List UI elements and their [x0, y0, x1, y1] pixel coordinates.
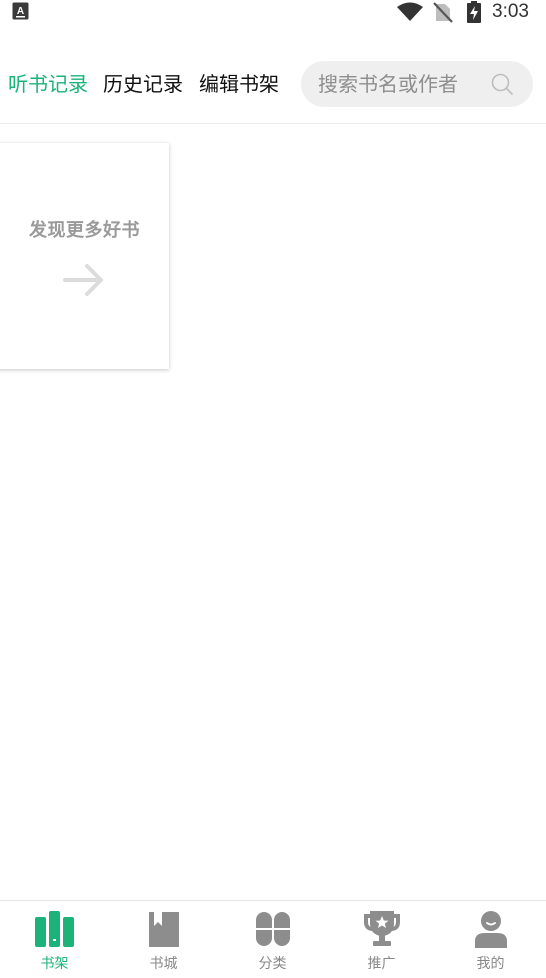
- nav-label-category: 分类: [258, 956, 287, 972]
- search-input[interactable]: 搜索书名或作者: [301, 61, 533, 107]
- bookshelf-icon: [35, 911, 74, 947]
- nav-item-bookshelf[interactable]: 书架: [0, 901, 109, 978]
- profile-icon: [475, 911, 507, 948]
- tab-edit-shelf[interactable]: 编辑书架: [199, 70, 279, 98]
- tab-listen-history[interactable]: 听书记录: [8, 70, 88, 98]
- wifi-icon: [397, 2, 423, 21]
- bookstore-icon: [149, 912, 179, 947]
- search-placeholder: 搜索书名或作者: [318, 72, 458, 96]
- nav-item-promotion[interactable]: 推广: [327, 901, 436, 978]
- category-icon: [256, 912, 290, 946]
- nav-item-bookstore[interactable]: 书城: [109, 901, 218, 978]
- search-icon[interactable]: [490, 72, 514, 96]
- arrow-right-icon: [63, 264, 103, 296]
- nav-item-category[interactable]: 分类: [218, 901, 327, 978]
- trophy-icon: [364, 911, 400, 946]
- nav-label-profile: 我的: [476, 956, 505, 972]
- discover-more-card[interactable]: 发现更多好书: [0, 143, 169, 369]
- tab-reading-history[interactable]: 历史记录: [103, 70, 183, 98]
- nav-label-bookshelf: 书架: [40, 956, 69, 972]
- app-notification-icon: A: [12, 2, 29, 20]
- nav-label-bookstore: 书城: [149, 956, 178, 972]
- battery-charging-icon: [467, 1, 481, 23]
- header-divider: [0, 123, 546, 124]
- no-sim-icon: [433, 2, 453, 23]
- discover-more-label: 发现更多好书: [29, 220, 140, 241]
- nav-label-promotion: 推广: [367, 956, 396, 972]
- status-time: 3:03: [492, 1, 529, 22]
- bottom-nav: 书架 书城 分类 推广 我的: [0, 901, 546, 978]
- app-icon-letter: A: [17, 6, 24, 17]
- nav-item-profile[interactable]: 我的: [436, 901, 545, 978]
- status-bar: A 3:03: [0, 0, 546, 24]
